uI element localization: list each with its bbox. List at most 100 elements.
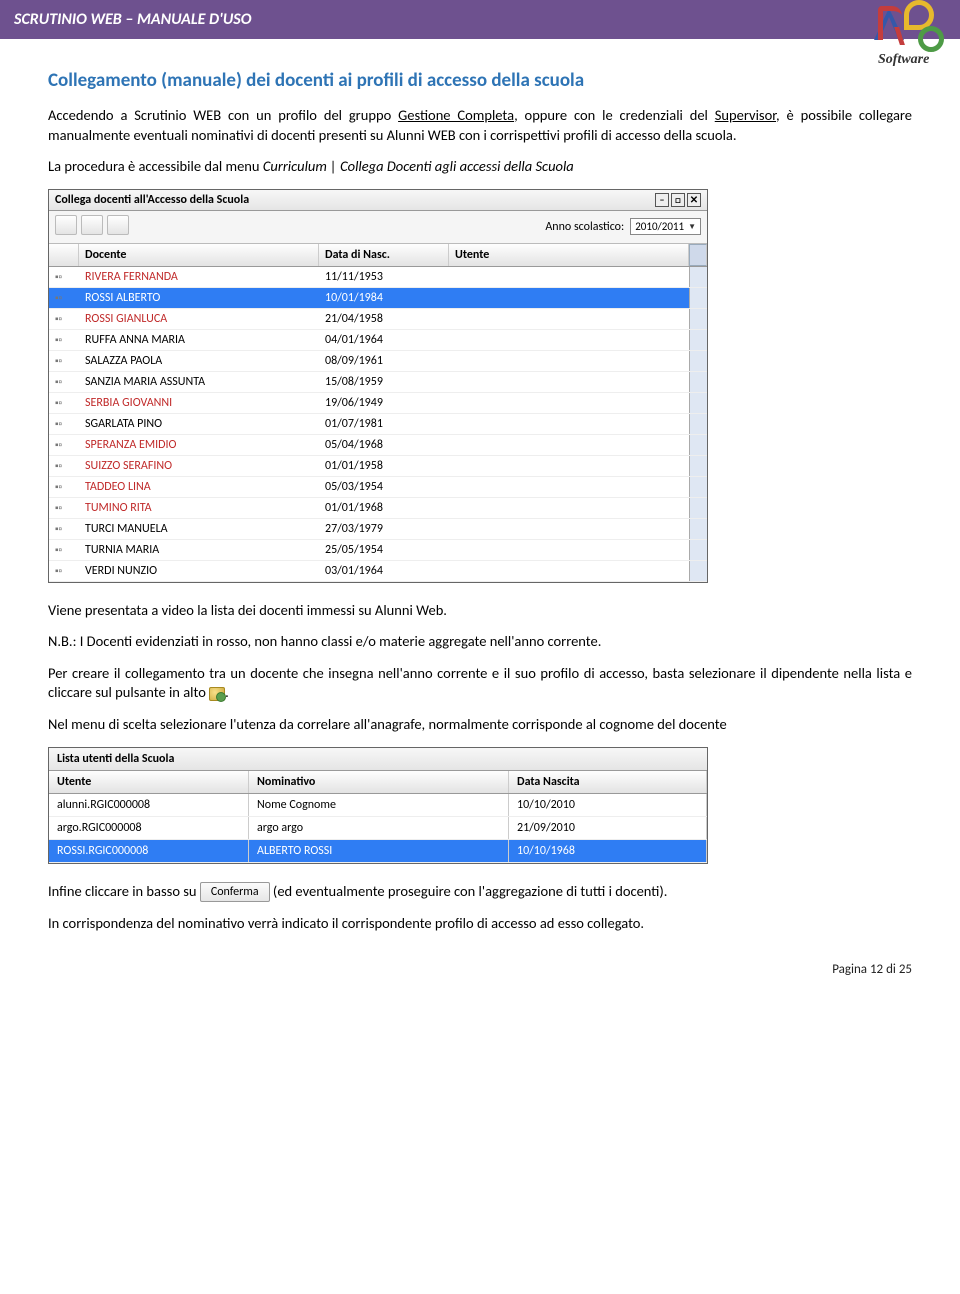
- close-icon[interactable]: ✕: [687, 193, 701, 207]
- scrollbar-track[interactable]: [689, 498, 707, 518]
- window-title: Collega docenti all'Accesso della Scuola: [55, 193, 249, 207]
- row-icon: ▪▫: [49, 540, 79, 560]
- cell-utente: [449, 561, 689, 581]
- cell-utente: alunni.RGIC000008: [49, 794, 249, 816]
- scrollbar-track[interactable]: [689, 456, 707, 476]
- page-header: SCRUTINIO WEB – MANUALE D'USO Software: [0, 0, 960, 39]
- paragraph-5: Per creare il collegamento tra un docent…: [48, 664, 912, 703]
- cell-docente: SERBIA GIOVANNI: [79, 393, 319, 413]
- table-row[interactable]: ▪▫SALAZZA PAOLA08/09/1961: [49, 351, 707, 372]
- col-docente: Docente: [79, 244, 319, 266]
- table-row[interactable]: ▪▫ROSSI ALBERTO10/01/1984: [49, 288, 707, 309]
- cell-docente: TURNIA MARIA: [79, 540, 319, 560]
- page-content: Collegamento (manuale) dei docenti ai pr…: [0, 39, 960, 956]
- table-row[interactable]: ▪▫RUFFA ANNA MARIA04/01/1964: [49, 330, 707, 351]
- section-heading: Collegamento (manuale) dei docenti ai pr…: [48, 69, 912, 92]
- cell-utente: [449, 267, 689, 287]
- col-data-nascita: Data Nascita: [509, 771, 707, 793]
- table-row[interactable]: ▪▫RIVERA FERNANDA11/11/1953: [49, 267, 707, 288]
- scrollbar-track[interactable]: [689, 288, 707, 308]
- cell-utente: [449, 351, 689, 371]
- cell-nominativo: argo argo: [249, 817, 509, 839]
- argo-logo: Software: [868, 0, 954, 76]
- row-icon: ▪▫: [49, 477, 79, 497]
- cell-data: 21/09/2010: [509, 817, 707, 839]
- link-gestione-completa: Gestione Completa: [398, 106, 514, 124]
- logo-text: Software: [878, 52, 929, 68]
- table-row[interactable]: ▪▫SGARLATA PINO01/07/1981: [49, 414, 707, 435]
- cell-docente: ROSSI GIANLUCA: [79, 309, 319, 329]
- toolbar-btn-1[interactable]: [55, 215, 77, 235]
- row-icon: ▪▫: [49, 456, 79, 476]
- paragraph-2: La procedura è accessibile dal menu Curr…: [48, 157, 912, 177]
- teachers-window: Collega docenti all'Accesso della Scuola…: [48, 189, 708, 583]
- table-row[interactable]: ▪▫SANZIA MARIA ASSUNTA15/08/1959: [49, 372, 707, 393]
- table-row[interactable]: argo.RGIC000008argo argo21/09/2010: [49, 817, 707, 840]
- table-row[interactable]: ▪▫TADDEO LINA05/03/1954: [49, 477, 707, 498]
- cell-utente: [449, 435, 689, 455]
- cell-data: 05/04/1968: [319, 435, 449, 455]
- table-row[interactable]: ▪▫TURCI MANUELA27/03/1979: [49, 519, 707, 540]
- cell-docente: VERDI NUNZIO: [79, 561, 319, 581]
- menu-path: Curriculum | Collega Docenti agli access…: [263, 157, 574, 175]
- table-row[interactable]: ▪▫SERBIA GIOVANNI19/06/1949: [49, 393, 707, 414]
- cell-utente: argo.RGIC000008: [49, 817, 249, 839]
- scrollbar-track[interactable]: [689, 372, 707, 392]
- cell-utente: [449, 330, 689, 350]
- row-icon: ▪▫: [49, 393, 79, 413]
- table-row[interactable]: ▪▫SUIZZO SERAFINO01/01/1958: [49, 456, 707, 477]
- scroll-up-icon[interactable]: [689, 244, 707, 266]
- table-header: Docente Data di Nasc. Utente: [49, 244, 707, 267]
- scrollbar-track[interactable]: [689, 540, 707, 560]
- cell-data: 01/07/1981: [319, 414, 449, 434]
- scrollbar-track[interactable]: [689, 561, 707, 581]
- cell-data: 01/01/1958: [319, 456, 449, 476]
- cell-docente: RIVERA FERNANDA: [79, 267, 319, 287]
- table-row[interactable]: ▪▫VERDI NUNZIO03/01/1964: [49, 561, 707, 582]
- scrollbar-track[interactable]: [689, 393, 707, 413]
- window-controls[interactable]: –□✕: [653, 193, 701, 207]
- cell-utente: ROSSI.RGIC000008: [49, 840, 249, 862]
- cell-utente: [449, 372, 689, 392]
- table-row[interactable]: alunni.RGIC000008Nome Cognome10/10/2010: [49, 794, 707, 817]
- cell-docente: RUFFA ANNA MARIA: [79, 330, 319, 350]
- cell-data: 15/08/1959: [319, 372, 449, 392]
- scrollbar-track[interactable]: [689, 414, 707, 434]
- cell-data: 04/01/1964: [319, 330, 449, 350]
- table-row[interactable]: ▪▫SPERANZA EMIDIO05/04/1968: [49, 435, 707, 456]
- row-icon: ▪▫: [49, 330, 79, 350]
- maximize-icon[interactable]: □: [671, 193, 685, 207]
- scrollbar-track[interactable]: [689, 435, 707, 455]
- cell-data: 10/01/1984: [319, 288, 449, 308]
- anno-select[interactable]: 2010/2011: [630, 218, 701, 235]
- cell-data: 19/06/1949: [319, 393, 449, 413]
- scrollbar-track[interactable]: [689, 351, 707, 371]
- paragraph-8: In corrispondenza del nominativo verrà i…: [48, 914, 912, 934]
- scrollbar-track[interactable]: [689, 267, 707, 287]
- cell-docente: SGARLATA PINO: [79, 414, 319, 434]
- scrollbar-track[interactable]: [689, 330, 707, 350]
- col-data: Data di Nasc.: [319, 244, 449, 266]
- paragraph-7: Infine cliccare in basso su Conferma (ed…: [48, 882, 912, 903]
- cell-utente: [449, 393, 689, 413]
- users-table-body: alunni.RGIC000008Nome Cognome10/10/2010a…: [49, 794, 707, 863]
- toolbar-btn-3[interactable]: [107, 215, 129, 235]
- minimize-icon[interactable]: –: [655, 193, 669, 207]
- paragraph-1: Accedendo a Scrutinio WEB con un profilo…: [48, 106, 912, 145]
- link-teacher-icon: [209, 687, 225, 701]
- row-icon: ▪▫: [49, 351, 79, 371]
- cell-docente: SPERANZA EMIDIO: [79, 435, 319, 455]
- scrollbar-track[interactable]: [689, 519, 707, 539]
- scrollbar-track[interactable]: [689, 477, 707, 497]
- cell-data: 27/03/1979: [319, 519, 449, 539]
- paragraph-4-nb: N.B.: I Docenti evidenziati in rosso, no…: [48, 632, 912, 652]
- table-row[interactable]: ▪▫TURNIA MARIA25/05/1954: [49, 540, 707, 561]
- row-icon: ▪▫: [49, 519, 79, 539]
- table-row[interactable]: ▪▫TUMINO RITA01/01/1968: [49, 498, 707, 519]
- toolbar-btn-2[interactable]: [81, 215, 103, 235]
- row-icon: ▪▫: [49, 288, 79, 308]
- table-row[interactable]: ▪▫ROSSI GIANLUCA21/04/1958: [49, 309, 707, 330]
- table-row[interactable]: ROSSI.RGIC000008ALBERTO ROSSI10/10/1968: [49, 840, 707, 863]
- row-icon: ▪▫: [49, 561, 79, 581]
- scrollbar-track[interactable]: [689, 309, 707, 329]
